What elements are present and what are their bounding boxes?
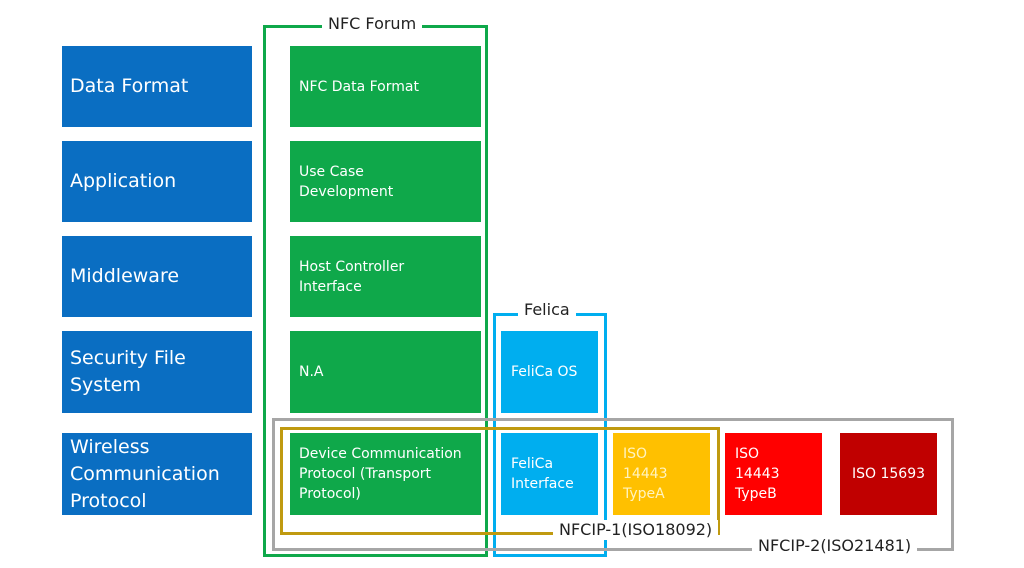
felica-os-block: FeliCa OS bbox=[501, 331, 598, 413]
iso-14443-typea-block: ISO 14443 TypeA bbox=[613, 433, 710, 515]
felica-label: Felica bbox=[518, 300, 576, 320]
use-case-development-block: Use Case Development bbox=[290, 141, 481, 222]
nfcip2-label: NFCIP-2(ISO21481) bbox=[752, 536, 918, 556]
layer-data-format: Data Format bbox=[62, 46, 252, 127]
layer-middleware: Middleware bbox=[62, 236, 252, 317]
nfc-forum-label: NFC Forum bbox=[322, 14, 423, 34]
nfcip1-label: NFCIP-1(ISO18092) bbox=[553, 520, 719, 540]
layer-application: Application bbox=[62, 141, 252, 222]
device-communication-protocol-block: Device Communication Protocol (Transport… bbox=[290, 433, 481, 515]
felica-interface-block: FeliCa Interface bbox=[501, 433, 598, 515]
layer-security-file-system: Security File System bbox=[62, 331, 252, 413]
na-block: N.A bbox=[290, 331, 481, 413]
iso-15693-block: ISO 15693 bbox=[840, 433, 937, 515]
layer-wireless-communication-protocol: Wireless Communication Protocol bbox=[62, 433, 252, 515]
host-controller-interface-block: Host Controller Interface bbox=[290, 236, 481, 317]
iso-14443-typeb-block: ISO 14443 TypeB bbox=[725, 433, 822, 515]
nfc-data-format-block: NFC Data Format bbox=[290, 46, 481, 127]
